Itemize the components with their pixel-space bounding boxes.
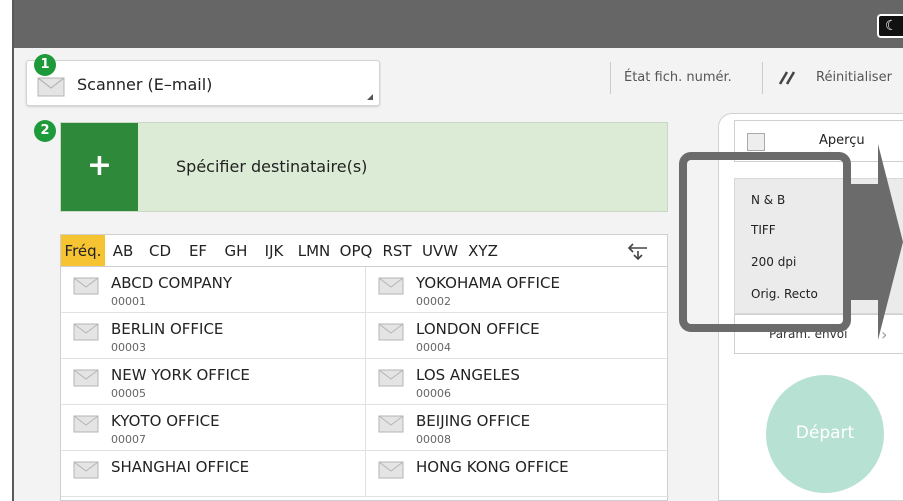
address-number: 00007 xyxy=(111,433,146,446)
preview-checkbox[interactable] xyxy=(747,133,765,151)
address-number: 00006 xyxy=(416,387,451,400)
tab-ab[interactable]: AB xyxy=(105,235,141,267)
envelope-icon xyxy=(37,77,65,97)
app-selector[interactable]: Scanner (E–mail) xyxy=(26,60,380,106)
address-item[interactable]: KYOTO OFFICE 00007 xyxy=(61,405,365,451)
address-number: 00004 xyxy=(416,341,451,354)
tab-uvw[interactable]: UVW xyxy=(417,235,463,267)
tab-lmn[interactable]: LMN xyxy=(293,235,335,267)
address-number: 00003 xyxy=(111,341,146,354)
tab-gh[interactable]: GH xyxy=(217,235,255,267)
address-name: HONG KONG OFFICE xyxy=(416,458,569,476)
envelope-icon xyxy=(378,369,404,387)
tab-rst[interactable]: RST xyxy=(377,235,417,267)
app-selector-label: Scanner (E–mail) xyxy=(77,75,213,94)
tab-opq[interactable]: OPQ xyxy=(335,235,377,267)
tab-ijk[interactable]: IJK xyxy=(255,235,293,267)
address-item[interactable]: SHANGHAI OFFICE xyxy=(61,451,365,497)
plus-icon: + xyxy=(61,123,138,211)
callout-arrow-icon xyxy=(844,144,903,340)
envelope-icon xyxy=(73,461,99,479)
specify-destination-button[interactable]: + Spécifier destinataire(s) xyxy=(60,122,668,212)
reset-icon xyxy=(778,71,796,85)
divider xyxy=(610,62,611,94)
address-number: 00002 xyxy=(416,295,451,308)
address-name: BEIJING OFFICE xyxy=(416,412,531,430)
address-name: LONDON OFFICE xyxy=(416,320,540,338)
address-tabs: Fréq. AB CD EF GH IJK LMN OPQ RST UVW XY… xyxy=(60,234,668,267)
start-button[interactable]: Départ xyxy=(766,375,884,493)
address-name: LOS ANGELES xyxy=(416,366,520,384)
address-list: ABCD COMPANY 00001 YOKOHAMA OFFICE 00002… xyxy=(60,266,669,501)
power-icon[interactable]: ☾ xyxy=(877,14,903,38)
address-number: 00008 xyxy=(416,433,451,446)
address-name: ABCD COMPANY xyxy=(111,274,233,292)
address-name: KYOTO OFFICE xyxy=(111,412,220,430)
address-name: NEW YORK OFFICE xyxy=(111,366,250,384)
dropdown-corner-icon xyxy=(367,94,373,100)
address-item[interactable]: NEW YORK OFFICE 00005 xyxy=(61,359,365,405)
address-item[interactable]: HONG KONG OFFICE xyxy=(365,451,669,497)
envelope-icon xyxy=(378,415,404,433)
envelope-icon xyxy=(378,461,404,479)
envelope-icon xyxy=(378,323,404,341)
tab-xyz[interactable]: XYZ xyxy=(463,235,503,267)
reset-button[interactable]: Réinitialiser xyxy=(816,70,892,85)
envelope-icon xyxy=(73,369,99,387)
tab-cd[interactable]: CD xyxy=(141,235,179,267)
address-name: SHANGHAI OFFICE xyxy=(111,458,250,476)
address-item[interactable]: YOKOHAMA OFFICE 00002 xyxy=(365,267,669,313)
divider xyxy=(762,62,763,94)
address-name: YOKOHAMA OFFICE xyxy=(416,274,560,292)
swap-icon[interactable] xyxy=(627,241,649,261)
address-item[interactable]: LONDON OFFICE 00004 xyxy=(365,313,669,359)
address-number: 00005 xyxy=(111,387,146,400)
step-badge-2: 2 xyxy=(34,120,56,142)
envelope-icon xyxy=(378,277,404,295)
tab-freq[interactable]: Fréq. xyxy=(61,235,105,267)
address-item[interactable]: BERLIN OFFICE 00003 xyxy=(61,313,365,359)
top-bar: ☾ xyxy=(14,0,903,48)
envelope-icon xyxy=(73,415,99,433)
specify-destination-label: Spécifier destinataire(s) xyxy=(176,157,368,176)
address-item[interactable]: BEIJING OFFICE 00008 xyxy=(365,405,669,451)
address-item[interactable]: LOS ANGELES 00006 xyxy=(365,359,669,405)
address-name: BERLIN OFFICE xyxy=(111,320,224,338)
step-badge-1: 1 xyxy=(34,54,56,76)
scan-status-link[interactable]: État fich. numér. xyxy=(624,70,732,85)
envelope-icon xyxy=(73,323,99,341)
callout-frame xyxy=(679,152,851,332)
envelope-icon xyxy=(73,277,99,295)
start-label: Départ xyxy=(795,423,855,443)
address-number: 00001 xyxy=(111,295,146,308)
tab-ef[interactable]: EF xyxy=(179,235,217,267)
address-item[interactable]: ABCD COMPANY 00001 xyxy=(61,267,365,313)
